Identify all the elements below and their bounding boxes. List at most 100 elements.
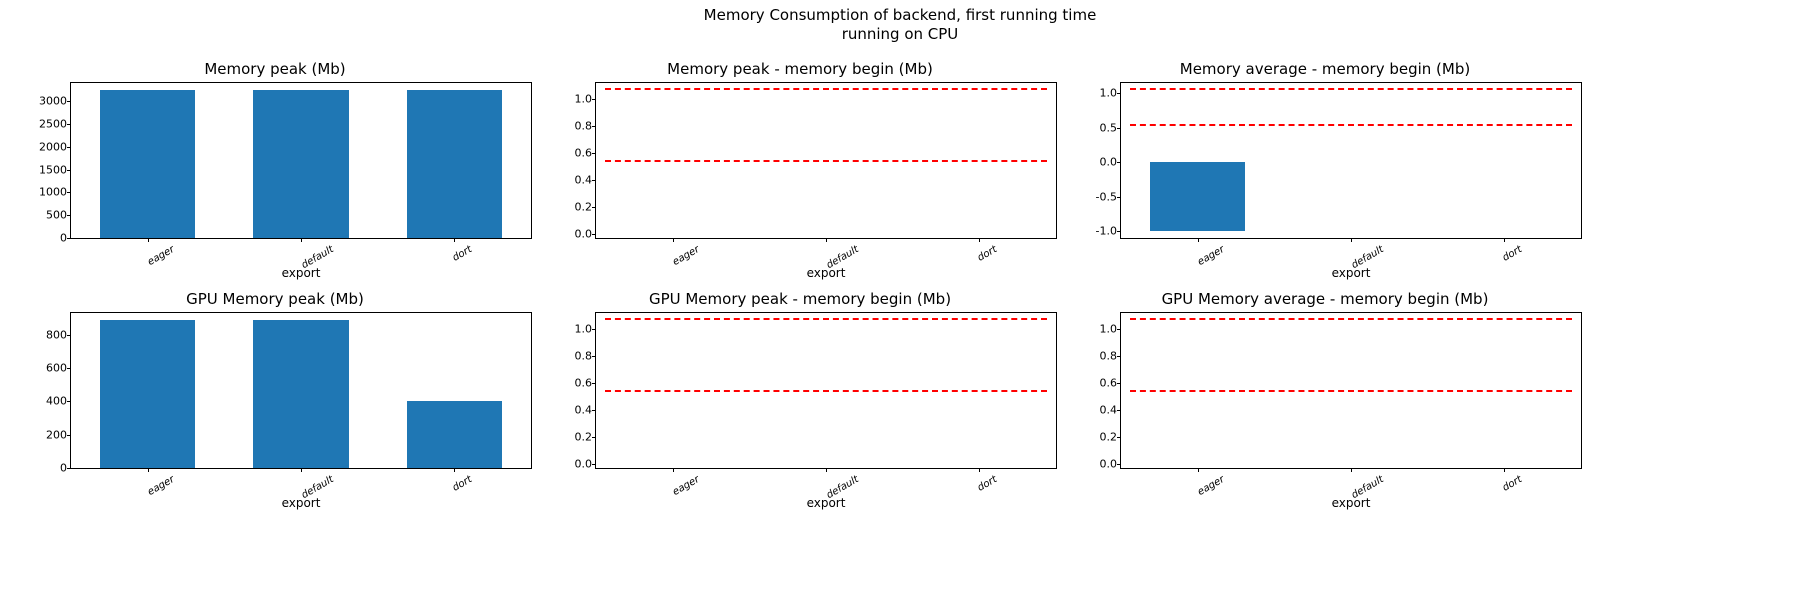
y-tick-label: 0.6 — [575, 147, 593, 160]
y-tick-label: 0.2 — [575, 431, 593, 444]
x-axis-label: export — [71, 496, 531, 510]
y-tick-label: 2500 — [39, 118, 67, 131]
x-tick-mark — [673, 238, 674, 242]
x-tick-mark — [301, 468, 302, 472]
y-tick-label: 0.8 — [575, 120, 593, 133]
plot-area: 0.00.20.40.60.81.0eagerdefaultdortexport — [595, 82, 1057, 239]
subplot-4: GPU Memory peak - memory begin (Mb)0.00.… — [545, 312, 1055, 467]
y-tick-mark — [592, 234, 596, 235]
y-tick-label: 0 — [60, 232, 67, 245]
y-tick-mark — [1117, 128, 1121, 129]
plot-area: 0.00.20.40.60.81.0eagerdefaultdortexport — [1120, 312, 1582, 469]
y-tick-mark — [1117, 437, 1121, 438]
plot-area: 0200400600800eagerdefaultdortexport — [70, 312, 532, 469]
figure: Memory Consumption of backend, first run… — [0, 0, 1800, 600]
subplot-1: Memory peak - memory begin (Mb)0.00.20.4… — [545, 82, 1055, 237]
y-tick-label: 1.0 — [1100, 323, 1118, 336]
y-tick-mark — [592, 410, 596, 411]
x-tick-label: dort — [451, 474, 474, 494]
subplot-title: GPU Memory peak - memory begin (Mb) — [545, 290, 1055, 308]
x-tick-label: eager — [671, 474, 702, 498]
x-tick-mark — [826, 468, 827, 472]
bar-dort — [407, 90, 502, 238]
y-tick-mark — [1117, 464, 1121, 465]
x-tick-mark — [1351, 468, 1352, 472]
plot-area: 0.00.20.40.60.81.0eagerdefaultdortexport — [595, 312, 1057, 469]
subplot-0: Memory peak (Mb)050010001500200025003000… — [20, 82, 530, 237]
y-tick-mark — [1117, 231, 1121, 232]
reference-line — [605, 88, 1047, 90]
reference-line — [1130, 318, 1572, 320]
y-tick-mark — [1117, 329, 1121, 330]
y-tick-mark — [592, 437, 596, 438]
y-tick-label: 0.6 — [1100, 377, 1118, 390]
y-tick-label: 0.0 — [1100, 156, 1118, 169]
y-tick-label: 3000 — [39, 95, 67, 108]
x-tick-mark — [979, 468, 980, 472]
x-tick-mark — [1351, 238, 1352, 242]
y-tick-mark — [592, 356, 596, 357]
y-tick-label: 0.0 — [575, 457, 593, 470]
x-tick-mark — [148, 238, 149, 242]
x-tick-mark — [454, 238, 455, 242]
bar-eager — [100, 90, 195, 238]
plot-area: -1.0-0.50.00.51.0eagerdefaultdortexport — [1120, 82, 1582, 239]
x-tick-mark — [673, 468, 674, 472]
x-tick-label: eager — [146, 244, 177, 268]
x-axis-label: export — [596, 496, 1056, 510]
reference-line — [1130, 124, 1572, 126]
subplot-title: Memory peak - memory begin (Mb) — [545, 60, 1055, 78]
x-tick-mark — [826, 238, 827, 242]
x-tick-mark — [1198, 468, 1199, 472]
x-tick-mark — [148, 468, 149, 472]
y-tick-mark — [592, 99, 596, 100]
y-tick-mark — [592, 126, 596, 127]
y-tick-label: 1000 — [39, 186, 67, 199]
bar-eager — [1150, 162, 1245, 231]
y-tick-label: 0.8 — [575, 350, 593, 363]
y-tick-mark — [67, 238, 71, 239]
y-tick-label: 400 — [46, 395, 67, 408]
y-tick-label: 0.4 — [1100, 404, 1118, 417]
y-tick-mark — [592, 153, 596, 154]
y-tick-mark — [67, 170, 71, 171]
x-axis-label: export — [1121, 496, 1581, 510]
y-tick-label: 0.2 — [1100, 431, 1118, 444]
x-tick-label: dort — [976, 244, 999, 264]
y-tick-label: 0.2 — [575, 201, 593, 214]
subplot-3: GPU Memory peak (Mb)0200400600800eagerde… — [20, 312, 530, 467]
x-tick-mark — [1504, 238, 1505, 242]
x-tick-label: dort — [1501, 474, 1524, 494]
bar-dort — [407, 401, 502, 468]
y-tick-mark — [67, 401, 71, 402]
y-tick-mark — [592, 207, 596, 208]
y-tick-label: 0.5 — [1100, 121, 1118, 134]
y-tick-mark — [67, 435, 71, 436]
subplot-2: Memory average - memory begin (Mb)-1.0-0… — [1070, 82, 1580, 237]
y-tick-mark — [1117, 162, 1121, 163]
y-tick-mark — [1117, 197, 1121, 198]
x-tick-label: eager — [146, 474, 177, 498]
y-tick-mark — [67, 368, 71, 369]
x-tick-label: eager — [671, 244, 702, 268]
x-tick-mark — [454, 468, 455, 472]
bar-default — [253, 90, 348, 238]
x-tick-mark — [979, 238, 980, 242]
y-tick-mark — [67, 335, 71, 336]
y-tick-mark — [592, 383, 596, 384]
y-tick-label: 600 — [46, 362, 67, 375]
y-tick-mark — [1117, 93, 1121, 94]
y-tick-mark — [1117, 356, 1121, 357]
y-tick-mark — [67, 124, 71, 125]
x-tick-label: eager — [1196, 474, 1227, 498]
y-tick-label: 1500 — [39, 163, 67, 176]
y-tick-label: 0.6 — [575, 377, 593, 390]
x-tick-mark — [1504, 468, 1505, 472]
y-tick-mark — [67, 147, 71, 148]
y-tick-mark — [1117, 410, 1121, 411]
y-tick-mark — [67, 192, 71, 193]
y-tick-label: 0.0 — [1100, 457, 1118, 470]
bar-eager — [100, 320, 195, 468]
y-tick-label: 0.4 — [575, 174, 593, 187]
y-tick-mark — [592, 180, 596, 181]
